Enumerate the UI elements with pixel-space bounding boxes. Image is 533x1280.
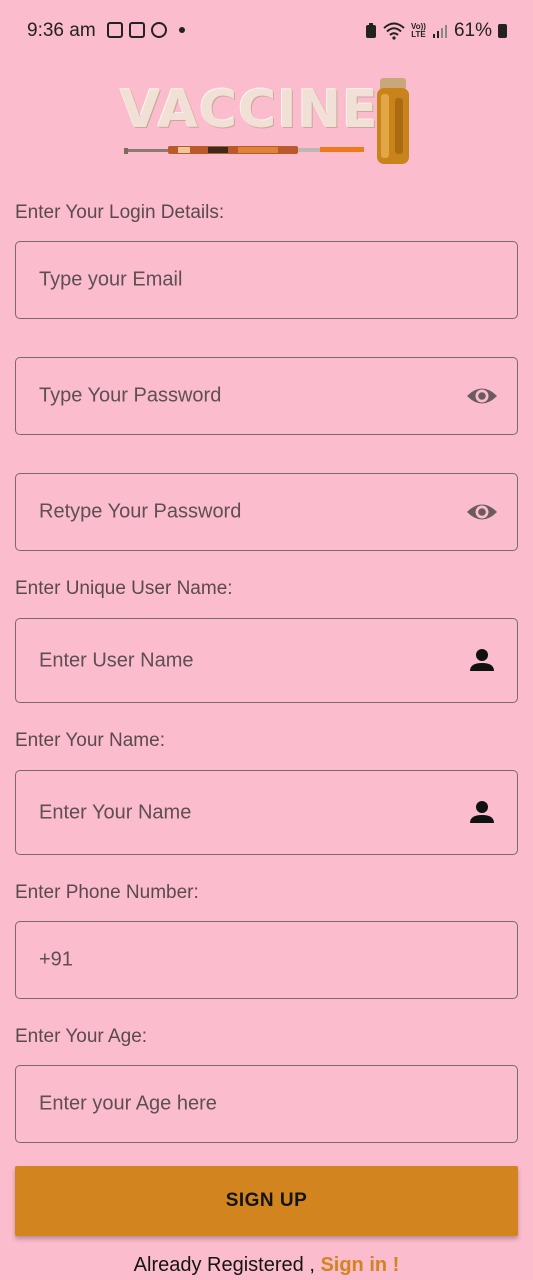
name-field[interactable]: Enter Your Name bbox=[15, 770, 518, 855]
app-notification-icon bbox=[151, 22, 167, 38]
battery-percent: 61% bbox=[453, 20, 492, 41]
login-details-label: Enter Your Login Details: bbox=[15, 202, 225, 223]
sign-in-prompt: Already Registered , Sign in ! bbox=[0, 1254, 533, 1277]
retype-password-field[interactable]: Retype Your Password bbox=[15, 473, 518, 551]
more-notifications-dot-icon bbox=[179, 27, 185, 33]
phone-value: +91 bbox=[39, 948, 73, 971]
age-field[interactable]: Enter your Age here bbox=[15, 1065, 518, 1143]
show-retype-password-eye-icon[interactable] bbox=[465, 495, 499, 529]
age-label: Enter Your Age: bbox=[15, 1026, 148, 1047]
already-registered-text: Already Registered , bbox=[133, 1254, 321, 1276]
voicemail-icon bbox=[129, 22, 145, 38]
wifi-icon bbox=[383, 22, 405, 40]
email-field[interactable]: Type your Email bbox=[15, 241, 518, 319]
username-label: Enter Unique User Name: bbox=[15, 578, 233, 599]
password-field[interactable]: Type Your Password bbox=[15, 357, 518, 435]
phone-field[interactable]: +91 bbox=[15, 921, 518, 999]
username-field[interactable]: Enter User Name bbox=[15, 618, 518, 703]
retype-password-placeholder: Retype Your Password bbox=[39, 500, 242, 523]
user-icon bbox=[470, 648, 494, 671]
status-time: 9:36 am bbox=[27, 20, 96, 41]
password-placeholder: Type Your Password bbox=[39, 384, 222, 407]
username-placeholder: Enter User Name bbox=[39, 649, 194, 671]
sign-up-button[interactable]: SIGN UP bbox=[15, 1166, 518, 1236]
system-icons: Vo)) LTE 61% bbox=[365, 20, 507, 42]
signup-screen: 9:36 am Vo)) LTE 61% VACCINE Enter Your … bbox=[0, 0, 533, 1280]
volte-icon: Vo)) LTE bbox=[411, 23, 426, 39]
gallery-icon bbox=[107, 22, 123, 38]
age-placeholder: Enter your Age here bbox=[39, 1092, 217, 1115]
volte-bottom-text: LTE bbox=[411, 30, 426, 39]
name-placeholder: Enter Your Name bbox=[39, 801, 192, 823]
person-icon bbox=[470, 800, 494, 823]
show-password-eye-icon[interactable] bbox=[465, 379, 499, 413]
app-logo: VACCINE bbox=[118, 76, 418, 168]
notification-icons bbox=[107, 22, 185, 38]
sign-in-link[interactable]: Sign in ! bbox=[320, 1254, 399, 1276]
email-placeholder: Type your Email bbox=[39, 268, 183, 291]
battery-saver-icon bbox=[366, 23, 376, 38]
name-label: Enter Your Name: bbox=[15, 730, 165, 751]
battery-icon bbox=[498, 24, 507, 38]
signal-icon bbox=[432, 25, 447, 38]
syringe-vial-logo-icon bbox=[124, 78, 409, 164]
status-bar: 9:36 am Vo)) LTE 61% bbox=[0, 0, 533, 62]
phone-label: Enter Phone Number: bbox=[15, 882, 199, 903]
